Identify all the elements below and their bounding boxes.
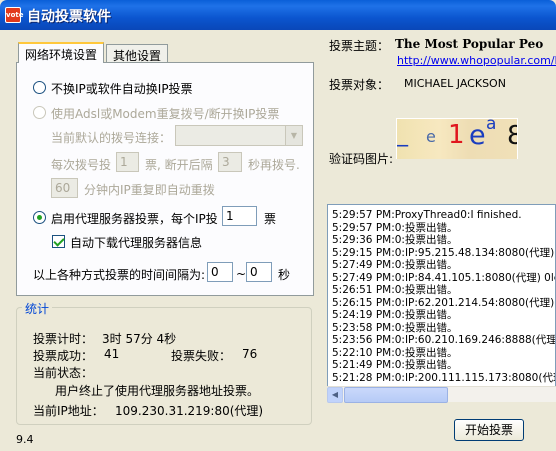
target-value: MICHAEL JACKSON (404, 77, 506, 90)
log-line: 5:21:49 PM:0:投票出错。 (332, 359, 458, 371)
app-logo-icon: vote (5, 7, 23, 23)
log-line: 5:22:10 PM:0:投票出错。 (332, 346, 458, 359)
interval-unit: 秒 (278, 268, 291, 282)
radio-adsl-redial-label[interactable]: 使用Adsl或Modem重复拨号/断开换IP投票 (51, 105, 279, 122)
dial-connection-select[interactable]: ▼ (175, 125, 303, 146)
log-textbox[interactable]: 5:29:57 PM:ProxyThread0:I finished. 5:29:… (327, 204, 556, 402)
tab-other-settings[interactable]: 其他设置 (106, 44, 169, 63)
horizontal-scrollbar[interactable]: ◀ (327, 386, 556, 403)
per-dial-votes-input[interactable]: 1 (116, 152, 139, 172)
subject-label: 投票主题： (329, 39, 390, 53)
timer-value: 3时 57分 4秒 (102, 332, 177, 346)
success-label: 投票成功： (33, 349, 94, 363)
radio-no-change-ip[interactable] (33, 81, 46, 94)
interval-label: 以上各种方式投票的时间间隔为: (33, 268, 206, 282)
status-value: 用户终止了使用代理服务器地址投票。 (55, 384, 260, 398)
redial-delay-input[interactable]: 3 (218, 152, 242, 172)
radio-adsl-redial[interactable] (33, 106, 46, 119)
radio-no-change-ip-label[interactable]: 不换IP或软件自动换IP投票 (51, 80, 193, 97)
captcha-chars: _ e 1 e a 8 (397, 118, 517, 159)
target-label: 投票对象： (329, 78, 390, 92)
interval-to-input[interactable]: 0 (246, 262, 272, 282)
fail-label: 投票失败： (171, 349, 232, 363)
window-title: 自动投票软件 (27, 9, 111, 25)
auto-download-proxy-checkbox[interactable] (52, 235, 65, 248)
log-line: 5:23:58 PM:0:投票出错。 (332, 321, 458, 334)
dial-connection-label: 当前默认的拨号连接： (51, 131, 172, 145)
radio-use-proxy-label[interactable]: 启用代理服务器投票，每个IP投 (51, 210, 218, 227)
main-window: vote 自动投票软件 网络环境设置 其他设置 不换IP或软件自动换IP投票 使… (0, 0, 556, 451)
interval-separator: ~ (236, 267, 247, 281)
captcha-char: e (426, 127, 436, 146)
ip-label: 当前IP地址： (33, 404, 104, 418)
fail-count: 76 (242, 347, 258, 361)
captcha-char: _ (397, 122, 408, 147)
log-line: 5:27:49 PM:0:投票出错。 (332, 259, 458, 271)
captcha-label: 验证码图片: (329, 152, 394, 166)
version-label: 9.4 (16, 433, 34, 446)
start-vote-button[interactable]: 开始投票 (454, 419, 524, 441)
per-dial-unit: 票, 断开后隔 (145, 158, 213, 172)
title-bar[interactable]: vote 自动投票软件 (0, 0, 556, 30)
auto-redial-label: 分钟内IP重复即自动重拨 (84, 183, 215, 197)
redial-delay-unit: 秒再拨号. (248, 158, 300, 172)
radio-use-proxy[interactable] (33, 211, 46, 224)
status-label: 当前状态： (33, 366, 94, 380)
log-line: 5:27:49 PM:0:IP:84.41.105.1:8080(代理) 0le… (332, 271, 556, 284)
scrollbar-thumb[interactable] (344, 387, 448, 403)
timer-label: 投票计时： (33, 332, 94, 346)
stats-title: 统计 (22, 300, 53, 317)
log-line: 5:29:57 PM:0:投票出错。 (332, 221, 458, 234)
proxy-votes-unit: 票 (264, 212, 277, 226)
captcha-char: 1 (448, 120, 465, 150)
log-line: 5:29:57 PM:ProxyThread0:I finished. (332, 209, 522, 221)
log-line: 5:23:56 PM:0:IP:60.210.169.246:8888(代理) … (332, 334, 556, 346)
captcha-char: a (486, 118, 497, 134)
log-line: 5:24:19 PM:0:投票出错。 (332, 309, 458, 321)
captcha-char: e (469, 120, 486, 151)
captcha-char: 8 (507, 121, 517, 151)
auto-download-proxy-label[interactable]: 自动下载代理服务器信息 (70, 234, 202, 251)
interval-from-input[interactable]: 0 (207, 262, 233, 282)
proxy-votes-input[interactable]: 1 (222, 206, 257, 226)
log-line: 5:21:28 PM:0:IP:200.111.115.173:8080(代理)… (332, 371, 556, 384)
subject-url-link[interactable]: http://www.whopopular.com/Mic (397, 54, 556, 67)
tab-network-settings[interactable]: 网络环境设置 (18, 42, 105, 63)
scroll-left-icon[interactable]: ◀ (327, 387, 343, 403)
log-line: 5:26:15 PM:0:IP:62.201.214.54:8080(代理) 0… (332, 296, 555, 309)
log-line: 5:29:15 PM:0:IP:95.215.48.134:8080(代理) 0… (332, 246, 555, 259)
log-line: 5:29:36 PM:0:投票出错。 (332, 234, 458, 246)
success-count: 41 (104, 347, 120, 361)
log-line: 5:26:51 PM:0:投票出错。 (332, 284, 458, 296)
chevron-down-icon[interactable]: ▼ (285, 126, 302, 145)
ip-value: 109.230.31.219:80(代理) (115, 404, 264, 418)
subject-value: The Most Popular Peo (395, 37, 544, 51)
auto-redial-minutes-input[interactable]: 60 (51, 178, 78, 198)
per-dial-label: 每次拨号投 (51, 158, 112, 172)
